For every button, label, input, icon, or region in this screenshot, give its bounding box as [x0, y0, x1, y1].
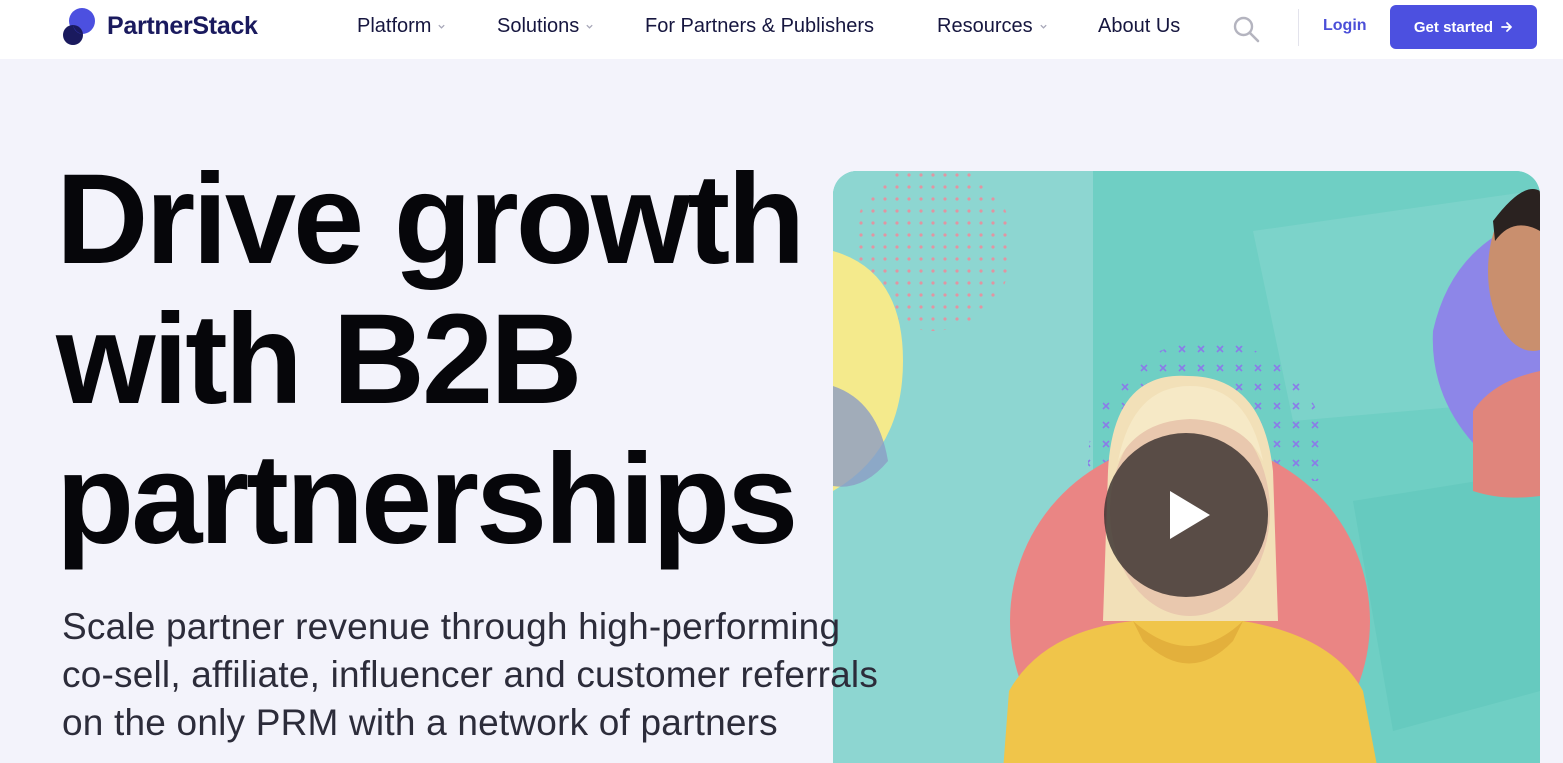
hero-subtitle-line: co-sell, affiliate, influencer and custo… — [62, 654, 879, 695]
chevron-down-icon — [586, 24, 593, 29]
nav-solutions[interactable]: Solutions — [497, 15, 594, 38]
hero-subtitle-line: Scale partner revenue through high-perfo… — [62, 606, 841, 647]
hero-subtitle-line: on the only PRM with a network of partne… — [62, 702, 778, 743]
get-started-label: Get started — [1413, 18, 1494, 36]
search-icon[interactable] — [1231, 14, 1261, 44]
partnerstack-logo[interactable]: PartnerStack — [61, 6, 258, 46]
get-started-button[interactable]: Get started — [1390, 5, 1537, 49]
hero-title-line: Drive growth — [56, 148, 805, 291]
play-button[interactable] — [1104, 433, 1268, 597]
header-divider — [1298, 9, 1299, 46]
chevron-down-icon — [1039, 24, 1047, 29]
nav-about-us-label: About Us — [1098, 15, 1181, 37]
nav-platform[interactable]: Platform — [357, 15, 446, 38]
play-icon — [1170, 491, 1210, 539]
site-header: PartnerStack Platform Solutions For Part… — [0, 0, 1563, 59]
nav-resources-label: Resources — [937, 15, 1033, 37]
nav-resources[interactable]: Resources — [937, 15, 1048, 38]
chevron-down-icon — [438, 24, 446, 29]
nav-partners-publishers-label: For Partners & Publishers — [645, 15, 874, 37]
partnerstack-logo-icon — [63, 8, 95, 45]
hero-title: Drive growth with B2B partnerships — [56, 150, 876, 570]
hero-subtitle: Scale partner revenue through high-perfo… — [62, 603, 962, 747]
nav-partners-publishers[interactable]: For Partners & Publishers — [645, 15, 874, 38]
nav-solutions-label: Solutions — [497, 15, 580, 37]
hero-title-line: partnerships — [56, 428, 798, 571]
hero-title-line: with B2B — [56, 288, 583, 431]
logo-text: PartnerStack — [107, 11, 258, 40]
arrow-right-icon — [1501, 22, 1512, 32]
nav-about-us[interactable]: About Us — [1098, 15, 1180, 38]
nav-platform-label: Platform — [357, 15, 432, 37]
login-link[interactable]: Login — [1323, 17, 1367, 35]
